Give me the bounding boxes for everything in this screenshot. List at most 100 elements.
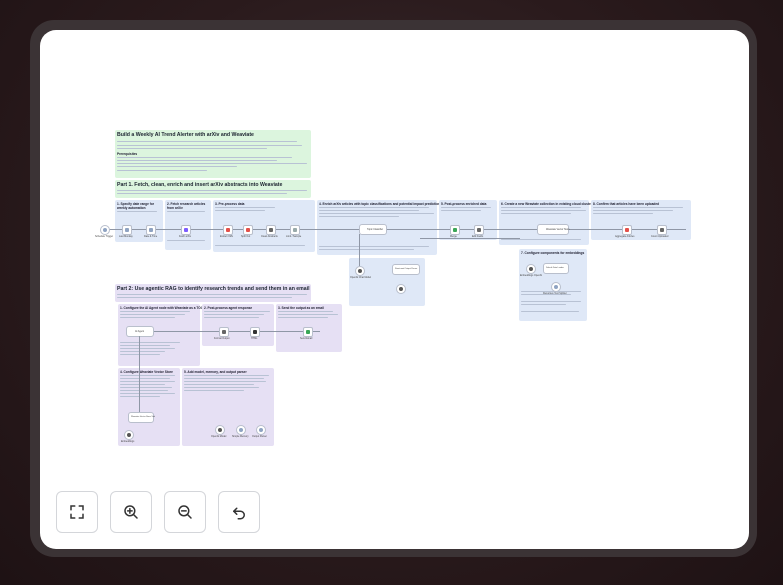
text-line: [117, 193, 287, 195]
edit-fields-node[interactable]: [474, 225, 484, 235]
weaviate-vector-store-node[interactable]: Weaviate Vector Store: [537, 224, 570, 235]
text-splitter-node[interactable]: [551, 282, 561, 292]
format-output-node[interactable]: [219, 327, 229, 337]
openai-icon: [127, 433, 131, 437]
intro-sticky[interactable]: Build a Weekly AI Trend Alerter with arX…: [115, 130, 311, 178]
step7-title: 7. Configure components for embeddings: [521, 251, 585, 255]
intro-title: Build a Weekly AI Trend Alerter with arX…: [117, 132, 254, 138]
aggregate-icon: [625, 228, 629, 232]
send-email-node[interactable]: [303, 327, 313, 337]
text-line: [184, 381, 266, 383]
text-line: [120, 375, 175, 377]
embeddings-node[interactable]: [526, 264, 536, 274]
workflow-canvas[interactable]: Build a Weekly AI Trend Alerter with arX…: [40, 30, 749, 549]
extract-xml-node[interactable]: [223, 225, 233, 235]
clock-icon: [149, 228, 153, 232]
text-line: [120, 311, 190, 313]
agent-edge: [150, 331, 320, 332]
text-line: [120, 345, 170, 347]
pipeline-edge-branch: [420, 238, 520, 239]
text-line: [278, 311, 333, 313]
step8-note[interactable]: 8. Confirm that articles have been uploa…: [591, 200, 691, 240]
text-line: [117, 160, 277, 162]
openai-model-2-node[interactable]: [215, 425, 225, 435]
undo-icon: [233, 507, 245, 520]
html-label: HTML: [251, 337, 258, 340]
text-line: [120, 354, 160, 356]
fit-view-button[interactable]: [56, 491, 98, 533]
part1-sticky[interactable]: Part 1. Fetch, clean, enrich and insert …: [115, 180, 311, 198]
memory-label: Simple Memory: [232, 435, 249, 438]
clean-abstracts-label: Clean Abstracts: [261, 235, 278, 238]
split-out-node[interactable]: [243, 225, 253, 235]
html-node[interactable]: [250, 327, 260, 337]
text-line: [278, 314, 338, 316]
openai-chat-model-node[interactable]: [355, 266, 365, 276]
parser-model-node[interactable]: [396, 284, 406, 294]
text-line: [215, 210, 265, 212]
ai-agent-label: AI Agent: [135, 330, 145, 333]
openai-icon: [529, 267, 533, 271]
text-line: [521, 301, 581, 303]
merge-node[interactable]: [450, 225, 460, 235]
text-line: [117, 141, 297, 143]
merge-icon: [453, 228, 457, 232]
text-line: [120, 351, 165, 353]
text-line: [501, 239, 581, 241]
aggregate-node[interactable]: [622, 225, 632, 235]
globe-icon: [184, 228, 188, 232]
text-line: [184, 375, 269, 377]
zoom-out-button[interactable]: [164, 491, 206, 533]
mail-icon: [306, 330, 310, 334]
text-line: [204, 311, 270, 313]
default-data-loader-node[interactable]: Default Data Loader: [543, 263, 569, 274]
text-line: [184, 390, 244, 392]
topic-classifier-node[interactable]: Topic Classifier: [359, 224, 387, 235]
limit-node[interactable]: [290, 225, 300, 235]
p2-step4-title: 4. Configure Weaviate Vector Store: [120, 370, 173, 374]
p2-step2-note[interactable]: 2. Post-process agent response: [202, 304, 274, 346]
text-line: [319, 207, 429, 209]
part2-sticky[interactable]: Part 2: Use agentic RAG to identify rese…: [115, 284, 311, 302]
html-icon: [253, 330, 257, 334]
step5-note[interactable]: 5. Post-process enriched data: [439, 200, 497, 240]
date-time-node[interactable]: [146, 225, 156, 235]
text-line: [120, 317, 175, 319]
text-line: [184, 378, 264, 380]
step3-title: 3. Pre-process data: [215, 202, 245, 206]
weaviate-tool-node[interactable]: Weaviate Vector Store Tool: [128, 412, 155, 423]
undo-button[interactable]: [218, 491, 260, 533]
pencil-icon: [269, 228, 273, 232]
fetch-arxiv-node[interactable]: [181, 225, 191, 235]
aggregate-label: Aggregate Articles: [615, 235, 635, 238]
ai-agent-node[interactable]: AI Agent: [126, 326, 154, 337]
pipeline-edge: [106, 229, 686, 230]
text-line: [593, 207, 683, 209]
split-icon: [246, 228, 250, 232]
extract-xml-label: Extract XML: [220, 235, 234, 238]
text-line: [319, 216, 399, 218]
text-line: [117, 211, 157, 213]
schedule-trigger-node[interactable]: [100, 225, 110, 235]
filter-icon: [293, 228, 297, 232]
memory-node[interactable]: [236, 425, 246, 435]
text-line: [501, 213, 571, 215]
structured-output-parser-node[interactable]: Structured Output Parser: [392, 264, 420, 275]
openai-icon: [218, 428, 222, 432]
step1-title: 1. Specify date range for weekly automat…: [117, 202, 155, 210]
text-line: [120, 381, 175, 383]
p2-step3-title: 3. Send the output as an email: [278, 306, 324, 310]
p2-step1-title: 1. Configure the AI Agent node with Weav…: [120, 306, 206, 310]
count-uploaded-node[interactable]: [657, 225, 667, 235]
text-line: [120, 396, 160, 398]
embeddings-2-node[interactable]: [124, 430, 134, 440]
text-line: [117, 163, 307, 165]
text-line: [278, 317, 328, 319]
zoom-in-button[interactable]: [110, 491, 152, 533]
clean-abstracts-node[interactable]: [266, 225, 276, 235]
text-line: [117, 157, 292, 159]
schedule-trigger-label: Schedule Trigger: [95, 235, 114, 238]
output-parser-node[interactable]: [256, 425, 266, 435]
last-monday-node[interactable]: [122, 225, 132, 235]
text-line: [319, 249, 414, 251]
